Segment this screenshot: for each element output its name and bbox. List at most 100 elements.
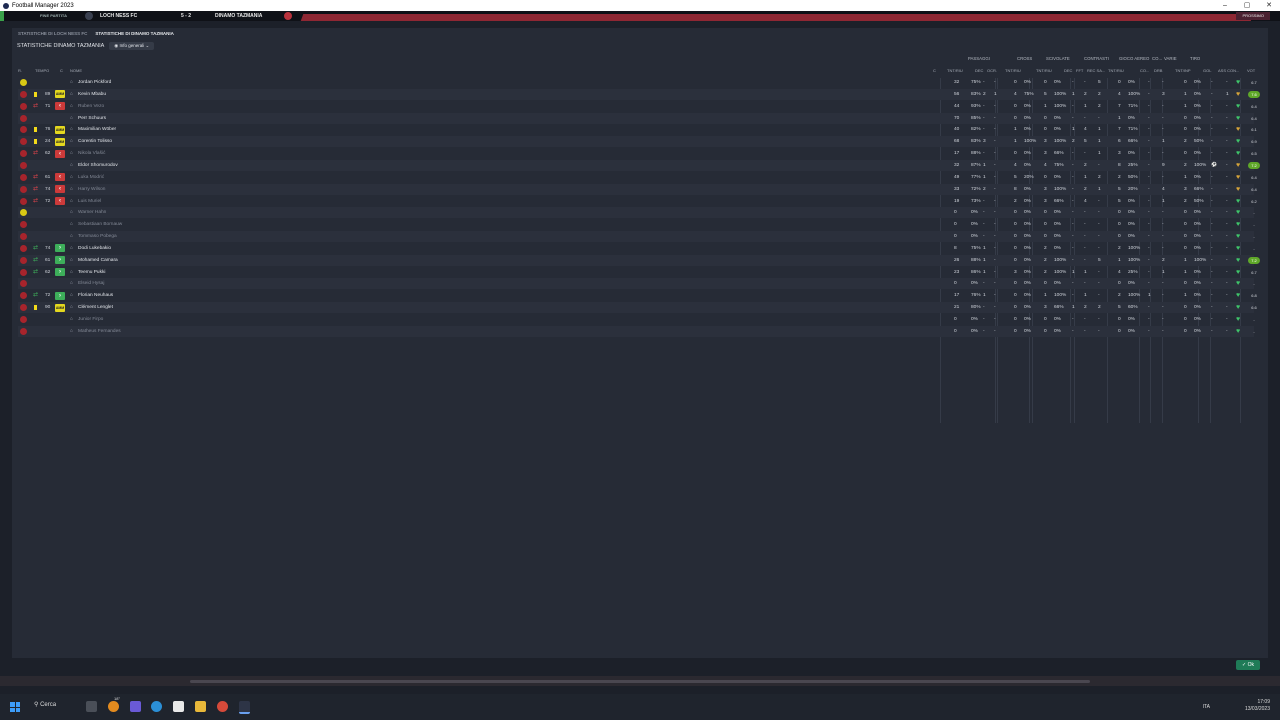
store-icon[interactable] xyxy=(173,701,184,712)
minimize-button[interactable]: – xyxy=(1214,0,1236,11)
player-name[interactable]: Dodi Lukebakio xyxy=(78,243,111,254)
player-name[interactable]: Kevin Mbabu xyxy=(78,89,106,100)
column-header-sciv-tnt[interactable]: TNT/RIU xyxy=(1036,68,1052,73)
column-header-pass-dec[interactable]: DEC xyxy=(975,68,983,73)
table-row[interactable]: ⇄ 74 › ⌂ Dodi Lukebakio 8 75% 1 - 0 0% 2 0% - - - 2 100% -… xyxy=(18,243,1255,254)
player-name[interactable]: Luka Modrić xyxy=(78,172,104,183)
player-name[interactable]: Sebastiaan Bornauw xyxy=(78,219,122,230)
stat-pass-pct: 82% xyxy=(971,127,981,133)
player-name[interactable]: Corentin Tolisso xyxy=(78,136,112,147)
maximize-button[interactable]: ▢ xyxy=(1236,0,1258,11)
player-name[interactable]: Harry Wilson xyxy=(78,184,105,195)
table-row[interactable]: ⌂ Matheus Fernandes 0 0% - -0 0% 0 0% - - -0 0% - -0 0%… xyxy=(18,325,1255,337)
table-row[interactable]: ⇄ 72 › ⌂ Florian Neuhaus 17 76% 1-0 0% 1 100% -1-2 1… xyxy=(18,290,1257,301)
column-header-tiro-tnt[interactable]: TNT/INP xyxy=(1175,68,1191,73)
view-dropdown[interactable]: ◉ Info generali ⌄ xyxy=(109,42,155,50)
stat-tiro: 0 xyxy=(1184,80,1187,85)
column-header-co[interactable]: CO... xyxy=(1140,68,1149,73)
table-row[interactable]: ⌂ Perr Schuurs 70 85% - -0 0% 0 0% - - -1 0% - -0 0% - - ♥… xyxy=(18,112,1257,124)
column-header-contr-dec[interactable]: DEC xyxy=(1064,68,1072,73)
tab-away-stats[interactable]: STATISTICHE DI DINAMO TAZMANIA xyxy=(95,31,174,36)
stat-co: - xyxy=(1148,210,1150,216)
home-team-name[interactable]: LOCH NESS FC xyxy=(100,11,137,21)
column-header-cross-tnt[interactable]: TNT/RIU xyxy=(1005,68,1021,73)
rating-value: 6.6 xyxy=(1251,305,1257,311)
table-row[interactable]: 89 AMM ⌂ Kevin Mbabu 56 83% 2 1 4 75% 5 100% 1 2 2 4 100… xyxy=(18,88,1260,100)
column-header-gol[interactable]: GOL xyxy=(1203,68,1211,73)
stat-sciv: 2 xyxy=(1044,269,1047,275)
table-row[interactable]: ⇄ 72 ‹ ⌂ Luis Muriel 19 73% - -2 0% 3 66% -4-5 0% -1 2 5… xyxy=(18,196,1257,207)
table-row[interactable]: ⇄ 71 ‹ ⌂ Ruben Vezo 44 93% - -0 0% 1 100% -1 2 7 71% - -1… xyxy=(18,101,1257,112)
column-header-nome[interactable]: NOME xyxy=(70,68,82,73)
table-row[interactable]: ⌂ Tommaso Pobega 0 0% - -0 0% 0 0% - - -0 0% - -0 0% - - ♥… xyxy=(18,231,1255,243)
teams-icon[interactable] xyxy=(130,701,141,712)
column-header-voto[interactable]: VOT xyxy=(1247,68,1255,73)
column-header-aereo-tnt[interactable]: TNT/RIU xyxy=(1108,68,1124,73)
table-row[interactable]: ⌂ Junior Firpo 0 0% - -0 0% 0 0% - - -0 0% - -0 0% - - ♥ - xyxy=(18,314,1255,325)
player-name[interactable]: Mohamed Camara xyxy=(78,255,118,266)
chrome-icon[interactable] xyxy=(217,701,228,712)
folder-icon[interactable] xyxy=(195,701,206,712)
player-name[interactable]: Matheus Fernandes xyxy=(78,326,121,337)
language-indicator[interactable]: ITA xyxy=(1203,704,1210,710)
player-name[interactable]: Perr Schuurs xyxy=(78,113,106,124)
stat-cr: - xyxy=(1098,234,1100,240)
player-name[interactable]: Eldor Shomurodov xyxy=(78,160,118,171)
table-row[interactable]: ⇄ 62 ‹ ⌂ Nikola Vlašić 17 88% - -0 0% 3 66% - -1 3 0% - -… xyxy=(18,148,1257,159)
player-name[interactable]: Maximilian Wöber xyxy=(78,124,116,135)
column-header-pass-tnt[interactable]: TNT/RIU xyxy=(947,68,963,73)
column-header-pass-occ[interactable]: OCR. xyxy=(987,68,997,73)
table-row[interactable]: ⌂ Eldor Shomurodov 32 87% 1 - 4 0% 4 75% - 2 - 8 25% - 9… xyxy=(18,159,1260,171)
player-name[interactable]: Junior Firpo xyxy=(78,314,103,325)
column-header-dri[interactable]: DRB xyxy=(1154,68,1162,73)
clock[interactable]: 17:09 13/03/2023 xyxy=(1245,699,1270,713)
player-name[interactable]: Tommaso Pobega xyxy=(78,231,117,242)
table-row[interactable]: ⌂ Jordan Pickford 32 75% - -0 0% 0 0% - -5 0 0% - -0 0%… xyxy=(18,77,1257,88)
table-row[interactable]: 90 AMM ⌂ Clément Lenglet 21 80% - -0 0% 3 66% 1 2 2 5 6… xyxy=(18,302,1257,314)
column-header-tempo[interactable]: TEMPO xyxy=(35,68,49,73)
shirt-icon: ⌂ xyxy=(70,245,73,251)
table-row[interactable]: ⇄ 61 › ⌂ Mohamed Camara 26 88% 1-0 0% 2 100% - -5 1 10… xyxy=(18,254,1260,266)
player-name[interactable]: Jordan Pickford xyxy=(78,77,111,88)
player-name[interactable]: Teemu Pukki xyxy=(78,267,105,278)
column-header-ass[interactable]: ASS CON... xyxy=(1218,68,1239,73)
yellow-card-icon xyxy=(34,139,37,145)
horizontal-scrollbar[interactable] xyxy=(0,676,1280,686)
column-header-contr-rec[interactable]: REC SA... xyxy=(1087,68,1105,73)
player-name[interactable]: Clément Lenglet xyxy=(78,302,113,313)
stat-cd: - xyxy=(1072,198,1074,204)
player-name[interactable]: Elseid Hysaj xyxy=(78,278,104,289)
table-row[interactable]: ⌂ Warner Hahn 0 0% - -0 0% 0 0% - - -0 0% - -0 0% - - ♥ - xyxy=(18,207,1255,219)
table-row[interactable]: 76 AMM ⌂ Maximilian Wöber 40 82% - -1 0% 0 0% 1 4 1 7 7… xyxy=(18,124,1257,135)
table-row[interactable]: 24 AMM ⌂ Corentin Tolisso 68 83% 3-1 100% 3 100% 2… xyxy=(18,136,1257,148)
table-row[interactable]: ⇄ 74 ‹ ⌂ Harry Wilson 33 72% 2-8 0% 3 100% -2 1 5 20% -… xyxy=(18,183,1257,195)
player-name[interactable]: Nikola Vlašić xyxy=(78,148,105,159)
stat-ass: - xyxy=(1226,198,1228,204)
edge-icon[interactable] xyxy=(151,701,162,712)
column-header-ruolo[interactable]: R. xyxy=(18,68,22,73)
table-row[interactable]: ⌂ Elseid Hysaj 0 0% - -0 0% 0 0% - - -0 0% - -0 0% - - ♥ - xyxy=(18,278,1255,290)
column-header-c[interactable]: C xyxy=(60,68,63,73)
table-row[interactable]: ⇄ 62 › ⌂ Teemu Pukki 23 86% 1-3 0% 2 100% 1 1-4 25% -1… xyxy=(18,267,1257,278)
start-button[interactable] xyxy=(10,702,20,712)
football-manager-icon[interactable] xyxy=(239,701,250,714)
player-name[interactable]: Ruben Vezo xyxy=(78,101,104,112)
weather-icon[interactable] xyxy=(108,701,119,712)
task-view-icon[interactable] xyxy=(86,701,97,712)
clock-date: 13/03/2023 xyxy=(1244,706,1270,712)
close-button[interactable]: ✕ xyxy=(1258,0,1280,11)
player-name[interactable]: Warner Hahn xyxy=(78,207,106,218)
away-team-name[interactable]: DINAMO TAZMANIA xyxy=(215,11,262,21)
player-name[interactable]: Luis Muriel xyxy=(78,196,101,207)
ok-button[interactable]: ✓ Ok xyxy=(1236,660,1260,670)
tab-home-stats[interactable]: STATISTICHE DI LOCH NESS FC xyxy=(18,31,87,36)
player-name[interactable]: Florian Neuhaus xyxy=(78,290,113,301)
stat-cd: - xyxy=(1072,245,1074,251)
scroll-track[interactable] xyxy=(190,680,1090,683)
next-button[interactable]: PROSSIMO xyxy=(1236,12,1270,20)
column-header-cond[interactable]: C xyxy=(933,68,936,73)
column-header-contr-fft[interactable]: FFT xyxy=(1076,68,1083,73)
table-row[interactable]: ⌂ Sebastiaan Bornauw 0 0% - -0 0% 0 0% - - -0 0% - -0 0… xyxy=(18,219,1255,230)
table-row[interactable]: ⇄ 61 ‹ ⌂ Luka Modrić 49 77% 1-5 20% 0 0% -1 2 2 50% - -1… xyxy=(18,172,1257,183)
taskbar-search[interactable]: ⚲ Cerca xyxy=(34,701,56,708)
